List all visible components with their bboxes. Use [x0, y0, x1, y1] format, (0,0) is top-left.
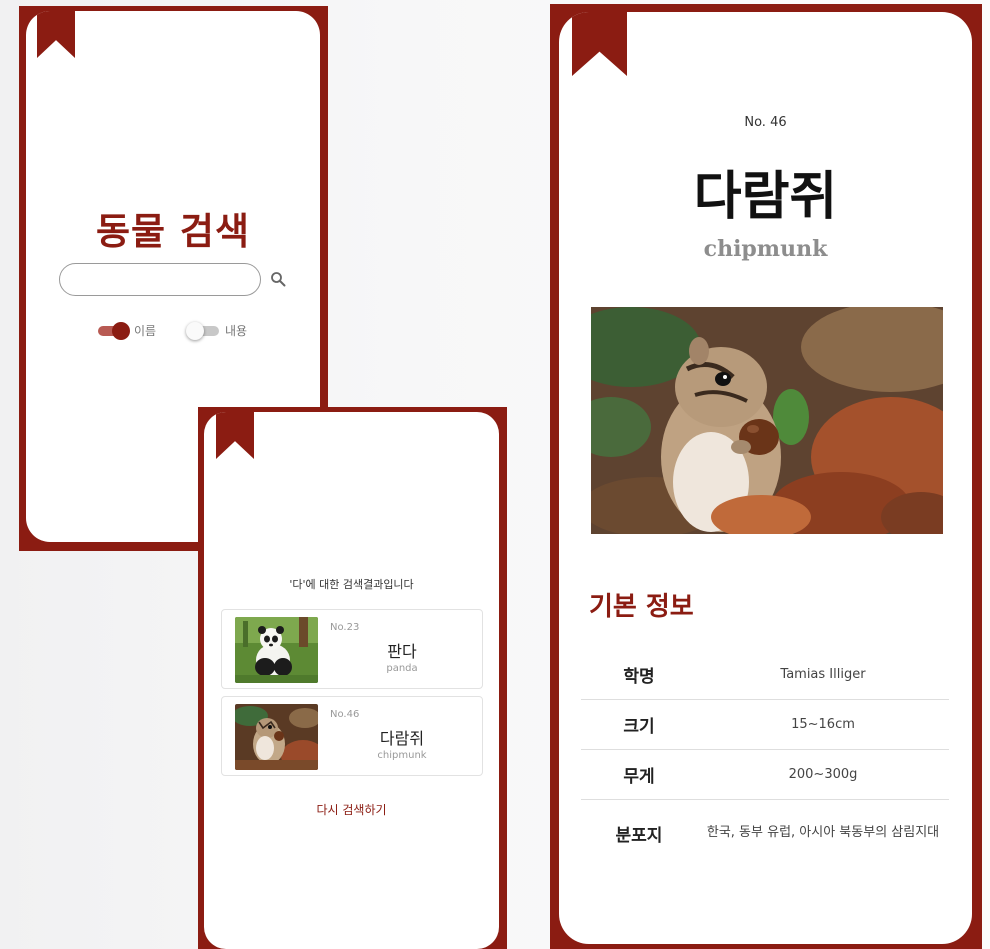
content-toggle[interactable] [186, 321, 219, 340]
info-value: 200~300g [788, 766, 858, 782]
detail-screen-frame: No. 46 다람쥐 chipmunk 기본 정보 학명 Tamias Illi… [550, 4, 982, 949]
info-table: 학명 Tamias Illiger 크기 15~16cm 무게 200~300g… [581, 650, 949, 866]
search-button[interactable] [267, 268, 289, 290]
page-title: 동물 검색 [95, 209, 251, 253]
info-label: 학명 [623, 667, 655, 687]
animal-name-ko: 다람쥐 [693, 166, 838, 227]
info-label: 무게 [623, 767, 655, 787]
result-number: No.46 [330, 709, 360, 720]
result-name-en: panda [386, 663, 418, 674]
result-card-chipmunk[interactable]: No.46 다람쥐 chipmunk [221, 696, 483, 776]
name-toggle[interactable] [98, 321, 130, 340]
info-row: 무게 200~300g [581, 750, 949, 800]
bookmark-icon [572, 12, 627, 76]
animal-number: No. 46 [744, 115, 787, 130]
info-value: 15~16cm [791, 716, 855, 732]
result-name-ko: 다람쥐 [379, 729, 425, 748]
toggle-content-row: 내용 [186, 321, 248, 340]
results-caption: '다'에 대한 검색결과입니다 [289, 578, 414, 591]
name-toggle-label: 이름 [134, 324, 157, 338]
bookmark-icon [37, 11, 75, 58]
search-icon [271, 272, 286, 287]
content-toggle-label: 내용 [225, 324, 248, 338]
result-card-panda[interactable]: No.23 판다 panda [221, 609, 483, 689]
result-name-en: chipmunk [377, 750, 427, 761]
info-row: 학명 Tamias Illiger [581, 650, 949, 700]
toggle-name-row: 이름 [98, 321, 157, 340]
result-number: No.23 [330, 622, 360, 633]
detail-screen-card: No. 46 다람쥐 chipmunk 기본 정보 학명 Tamias Illi… [559, 12, 972, 944]
result-name-ko: 판다 [387, 642, 417, 661]
search-again-link[interactable]: 다시 검색하기 [204, 801, 499, 818]
info-value: 한국, 동부 유럽, 아시아 북동부의 삼림지대 [706, 825, 940, 840]
info-row: 크기 15~16cm [581, 700, 949, 750]
chipmunk-photo [235, 704, 318, 770]
results-screen-card: '다'에 대한 검색결과입니다 No.23 판다 panda No.46 다람쥐… [204, 412, 499, 949]
bookmark-icon [216, 412, 254, 459]
info-row: 분포지 한국, 동부 유럽, 아시아 북동부의 삼림지대 [581, 800, 949, 866]
search-input[interactable] [59, 263, 261, 296]
info-label: 분포지 [615, 825, 663, 846]
section-title: 기본 정보 [589, 592, 694, 622]
info-label: 크기 [623, 717, 655, 737]
chipmunk-photo [591, 307, 943, 534]
animal-name-en: chipmunk [703, 236, 828, 262]
panda-photo [235, 617, 318, 683]
results-screen-frame: '다'에 대한 검색결과입니다 No.23 판다 panda No.46 다람쥐… [198, 407, 507, 949]
info-value: Tamias Illiger [780, 666, 866, 682]
